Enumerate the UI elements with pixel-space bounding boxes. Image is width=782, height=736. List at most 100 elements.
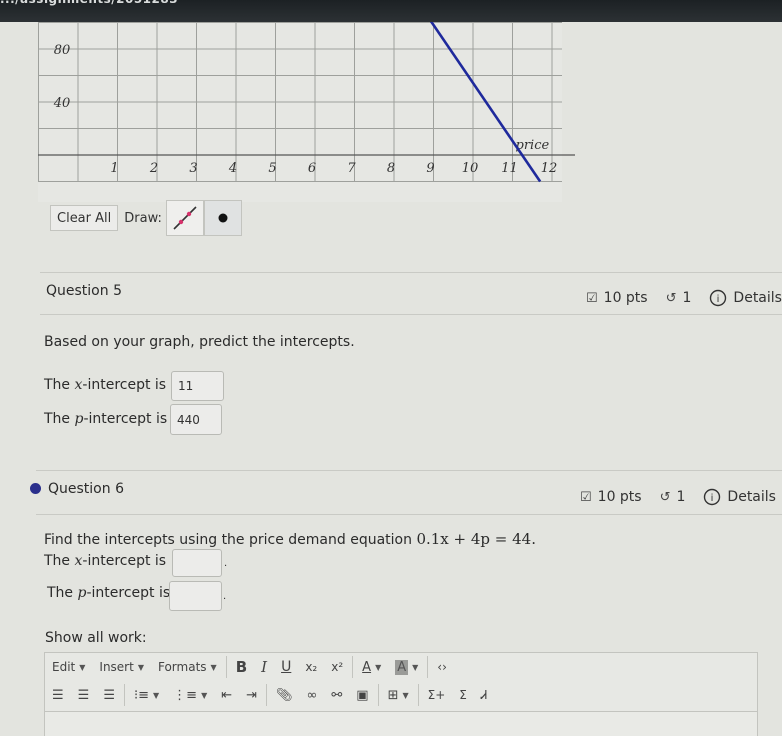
browser-url-bar: .../assignments/2051283 — [0, 0, 782, 22]
bullet-list-button[interactable]: ⁝≡ ▼ — [127, 683, 166, 707]
align-right-button[interactable]: ☰ — [96, 683, 122, 707]
info-icon: i — [710, 289, 727, 307]
svg-text:i: i — [711, 493, 714, 504]
question5-prompt: Based on your graph, predict the interce… — [44, 334, 355, 350]
toolbar-separator — [225, 656, 227, 678]
math-editor-button[interactable]: Σ — [452, 683, 474, 707]
align-right-icon: ☰ — [103, 687, 115, 703]
background-color-button[interactable]: A ▼ — [388, 655, 425, 679]
toolbar-separator — [352, 656, 354, 678]
graph-canvas[interactable]: 1 2 3 4 5 6 7 8 9 10 11 124080price — [0, 22, 600, 202]
details-button[interactable]: i Details — [703, 488, 776, 506]
editor-toolbar-row-1: Edit ▼ Insert ▼ Formats ▼ B I U x₂ x² A ▼ A ▼… — [45, 653, 454, 681]
details-button[interactable]: i Details — [709, 289, 782, 307]
q5-p-intercept-input[interactable]: 440 — [170, 404, 222, 435]
divider — [40, 272, 782, 273]
clear-all-button[interactable]: Clear All — [50, 205, 119, 231]
x-tick-label: 10 — [462, 161, 479, 176]
table-icon: ⊞ — [387, 687, 399, 703]
background-color-icon: A — [395, 659, 409, 675]
caret-down-icon: ▼ — [79, 662, 86, 672]
draw-toolbar: Clear All Draw: — [50, 200, 242, 236]
label-prefix: The — [44, 553, 75, 569]
draw-label: Draw: — [124, 210, 162, 226]
label-prefix: The — [44, 411, 75, 427]
outdent-button[interactable]: ⇤ — [214, 683, 239, 707]
attempts-count: 1 — [676, 489, 686, 505]
menu-edit[interactable]: Edit ▼ — [45, 655, 92, 679]
label-suffix: -intercept is — [86, 585, 171, 601]
q6-x-intercept-label: The x-intercept is — [44, 553, 166, 569]
attach-button[interactable]: 📎︎ — [269, 683, 300, 707]
source-code-button[interactable]: ‹› — [430, 655, 454, 679]
x-tick-label: 8 — [387, 161, 395, 176]
checkbox-edit-icon: ☑ — [586, 290, 598, 306]
underline-button[interactable]: U — [274, 655, 298, 679]
insert-image-button[interactable]: ▣ — [349, 683, 375, 707]
subscript-button[interactable]: x₂ — [298, 655, 324, 679]
question5-meta: ☑ 10 pts ↺ 1 i Details — [586, 289, 782, 307]
graph-area[interactable]: 1 2 3 4 5 6 7 8 9 10 11 12 40 80 price — [0, 22, 600, 202]
show-work-label: Show all work: — [45, 630, 147, 646]
points-label: 10 pts — [603, 290, 648, 306]
caret-down-icon: ▼ — [375, 662, 382, 672]
point-tool-button[interactable] — [203, 200, 242, 236]
divider — [36, 470, 782, 471]
handwriting-button[interactable]: Ꮧ — [474, 683, 494, 707]
q5-x-intercept-input[interactable]: 11 — [171, 371, 224, 401]
paperclip-icon: 📎︎ — [276, 687, 293, 703]
question6-meta: ☑ 10 pts ↺ 1 i Details — [580, 488, 776, 506]
period: . — [223, 591, 227, 602]
insert-math-button[interactable]: Σ+ — [421, 683, 453, 707]
superscript-button[interactable]: x² — [324, 655, 350, 679]
retry-icon: ↺ — [665, 290, 677, 306]
attempts-count: 1 — [682, 290, 692, 306]
menu-formats[interactable]: Formats ▼ — [151, 655, 224, 679]
q6-p-intercept-input[interactable] — [169, 581, 222, 611]
label-prefix: The — [47, 585, 78, 601]
x-tick-label: 3 — [189, 161, 197, 176]
align-center-button[interactable]: ☰ — [71, 683, 97, 707]
y-tick-label: 40 — [53, 96, 71, 111]
editor-toolbar-row-2: ☰ ☰ ☰ ⁝≡ ▼ ⋮≡ ▼ ⇤ ⇥ 📎︎ ∞ ⚯ ▣ ⊞ ▼ Σ+ Σ Ꮧ — [45, 681, 494, 709]
question6-prompt: Find the intercepts using the price dema… — [44, 530, 536, 548]
x-tick-label: 9 — [426, 161, 434, 176]
x-tick-label: 1 — [110, 161, 118, 176]
indent-button[interactable]: ⇥ — [239, 683, 264, 707]
caret-down-icon: ▼ — [402, 690, 409, 700]
q6-p-intercept-label: The p-intercept is — [47, 585, 170, 601]
caret-down-icon: ▼ — [137, 662, 144, 672]
insert-link-button[interactable]: ∞ — [300, 683, 325, 707]
menu-label: Formats — [157, 660, 207, 674]
insert-table-button[interactable]: ⊞ ▼ — [381, 683, 416, 707]
label-suffix: -intercept is — [83, 411, 168, 427]
align-left-button[interactable]: ☰ — [45, 683, 71, 707]
divider — [36, 514, 782, 515]
italic-button[interactable]: I — [254, 655, 274, 679]
caret-down-icon: ▼ — [412, 662, 419, 672]
image-icon: ▣ — [356, 687, 369, 703]
x-tick-label: 7 — [347, 161, 356, 176]
q5-p-intercept-label: The p-intercept is — [44, 411, 167, 427]
text-color-button[interactable]: A ▼ — [355, 655, 388, 679]
text-color-icon: A — [362, 659, 372, 675]
checkbox-edit-icon: ☑ — [580, 489, 592, 505]
remove-link-button[interactable]: ⚯ — [324, 683, 349, 707]
toolbar-separator — [427, 656, 429, 678]
question6-title: Question 6 — [48, 481, 124, 497]
rich-text-editor: Edit ▼ Insert ▼ Formats ▼ B I U x₂ x² A ▼ A ▼… — [44, 652, 758, 736]
x-tick-label: 6 — [308, 161, 316, 176]
outdent-icon: ⇤ — [221, 687, 233, 703]
prompt-text: Find the intercepts using the price dema… — [44, 532, 412, 548]
bold-button[interactable]: B — [229, 655, 254, 679]
editor-text-area[interactable] — [45, 711, 757, 736]
link-icon: ∞ — [306, 687, 318, 703]
retry-icon: ↺ — [659, 489, 671, 505]
numbered-list-button[interactable]: ⋮≡ ▼ — [166, 683, 214, 707]
q6-x-intercept-input[interactable] — [172, 549, 222, 577]
menu-insert[interactable]: Insert ▼ — [92, 655, 151, 679]
divider — [40, 314, 782, 315]
line-with-points-icon — [173, 206, 197, 230]
indent-icon: ⇥ — [246, 687, 258, 703]
line-tool-button[interactable] — [165, 200, 204, 236]
